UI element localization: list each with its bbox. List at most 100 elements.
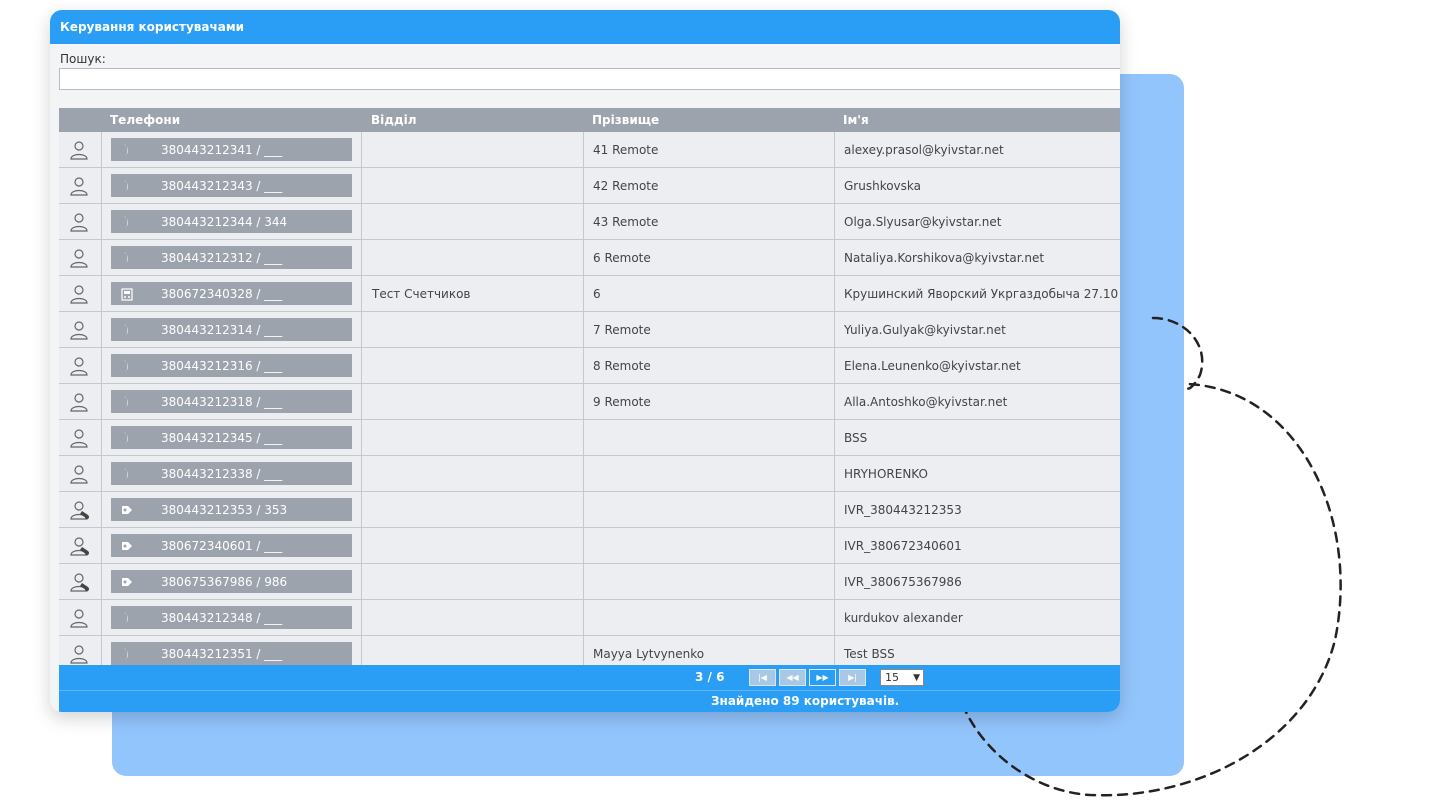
phone-button[interactable]: 380443212353 / 353 <box>111 498 352 521</box>
table-row[interactable]: 380443212348 / ___ kurdukov alexander <box>59 600 1120 636</box>
phones-cell: 380443212345 / ___ <box>102 420 362 455</box>
phone-button[interactable]: 380672340328 / ___ <box>111 282 352 305</box>
user-icon[interactable] <box>59 456 102 491</box>
name-cell: IVR_380443212353 <box>844 502 962 517</box>
handset-icon <box>111 215 143 229</box>
phone-number: 380443212348 / ___ <box>161 610 283 625</box>
phone-button[interactable]: 380443212316 / ___ <box>111 354 352 377</box>
name-cell: Elena.Leunenko@kyivstar.net <box>844 358 1021 373</box>
table-row[interactable]: 380443212343 / ___ 42 Remote Grushkovska <box>59 168 1120 204</box>
name-cell: Grushkovska <box>844 178 922 193</box>
user-icon[interactable] <box>59 240 102 275</box>
handset-icon <box>111 359 143 373</box>
phone-number: 380672340601 / ___ <box>161 538 283 553</box>
ivr-user-icon[interactable] <box>59 528 102 563</box>
user-icon[interactable] <box>59 348 102 383</box>
name-cell: Olga.Slyusar@kyivstar.net <box>844 214 1002 229</box>
phone-number: 380443212344 / 344 <box>161 214 288 229</box>
table-row[interactable]: 380443212338 / ___ HRYHORENKO <box>59 456 1120 492</box>
phone-button[interactable]: 380443212341 / ___ <box>111 138 352 161</box>
phones-cell: 380443212341 / ___ <box>102 132 362 167</box>
phone-number: 380443212312 / ___ <box>161 250 283 265</box>
phone-button[interactable]: 380443212312 / ___ <box>111 246 352 269</box>
department-cell <box>362 528 584 563</box>
phone-number: 380443212345 / ___ <box>161 430 283 445</box>
header-name[interactable]: Ім'я <box>834 108 1120 132</box>
user-icon[interactable] <box>59 384 102 419</box>
phone-number: 380443212314 / ___ <box>161 322 283 337</box>
phone-button[interactable]: 380443212351 / ___ <box>111 642 352 665</box>
phones-cell: 380443212343 / ___ <box>102 168 362 203</box>
phone-button[interactable]: 380443212338 / ___ <box>111 462 352 485</box>
handset-icon <box>111 611 143 625</box>
users-table: Телефони Відділ Прізвище Ім'я 3804432123… <box>59 108 1120 672</box>
phone-button[interactable]: 380443212343 / ___ <box>111 174 352 197</box>
user-icon[interactable] <box>59 132 102 167</box>
table-row[interactable]: 380443212316 / ___ 8 Remote Elena.Leunen… <box>59 348 1120 384</box>
department-cell: Тест Счетчиков <box>362 276 584 311</box>
table-header: Телефони Відділ Прізвище Ім'я <box>59 108 1120 132</box>
phone-button[interactable]: 380443212344 / 344 <box>111 210 352 233</box>
phone-button[interactable]: 380443212318 / ___ <box>111 390 352 413</box>
handset-icon <box>111 143 143 157</box>
surname-cell: 9 Remote <box>584 384 835 419</box>
phone-button[interactable]: 380443212314 / ___ <box>111 318 352 341</box>
search-input[interactable] <box>59 68 1120 90</box>
header-phones[interactable]: Телефони <box>101 108 361 132</box>
page-indicator: 3 / 6 <box>695 670 725 684</box>
table-row[interactable]: 380672340601 / ___ IVR_380672340601 <box>59 528 1120 564</box>
department-cell <box>362 240 584 275</box>
table-row[interactable]: 380443212312 / ___ 6 Remote Nataliya.Kor… <box>59 240 1120 276</box>
user-icon[interactable] <box>59 312 102 347</box>
prev-page-button[interactable]: ◀◀ <box>779 669 806 686</box>
ivr-user-icon[interactable] <box>59 564 102 599</box>
header-department[interactable]: Відділ <box>361 108 583 132</box>
surname-cell: 8 Remote <box>584 348 835 383</box>
phone-number: 380443212351 / ___ <box>161 646 283 661</box>
user-icon[interactable] <box>59 276 102 311</box>
table-row[interactable]: 380443212341 / ___ 41 Remote alexey.pras… <box>59 132 1120 168</box>
header-surname[interactable]: Прізвище <box>583 108 834 132</box>
surname-cell: 7 Remote <box>584 312 835 347</box>
department-cell <box>362 348 584 383</box>
table-row[interactable]: 380443212318 / ___ 9 Remote Alla.Antoshk… <box>59 384 1120 420</box>
phone-button[interactable]: 380443212348 / ___ <box>111 606 352 629</box>
phone-button[interactable]: 380672340601 / ___ <box>111 534 352 557</box>
handset-icon <box>111 323 143 337</box>
name-cell: BSS <box>844 430 868 445</box>
surname-cell: 41 Remote <box>584 132 835 167</box>
phone-button[interactable]: 380675367986 / 986 <box>111 570 352 593</box>
table-row[interactable]: 380675367986 / 986 IVR_380675367986 <box>59 564 1120 600</box>
name-cell: Alla.Antoshko@kyivstar.net <box>844 394 1008 409</box>
user-icon[interactable] <box>59 420 102 455</box>
handset-icon <box>111 647 143 661</box>
user-management-panel: Керування користувачами Пошук: Телефони … <box>50 10 1120 712</box>
table-row[interactable]: 380443212345 / ___ BSS <box>59 420 1120 456</box>
department-cell <box>362 492 584 527</box>
handset-icon <box>111 467 143 481</box>
user-icon[interactable] <box>59 600 102 635</box>
phone-number: 380443212318 / ___ <box>161 394 283 409</box>
name-cell: Yuliya.Gulyak@kyivstar.net <box>844 322 1006 337</box>
pagination-bar: 3 / 6 |◀ ◀◀ ▶▶ ▶| 15 ▼ <box>59 665 1120 691</box>
next-page-button[interactable]: ▶▶ <box>809 669 836 686</box>
first-page-button[interactable]: |◀ <box>749 669 776 686</box>
phone-number: 380672340328 / ___ <box>161 286 283 301</box>
table-body: 380443212341 / ___ 41 Remote alexey.pras… <box>59 132 1120 672</box>
ivr-user-icon[interactable] <box>59 492 102 527</box>
page-size-select[interactable]: 15 ▼ <box>880 669 924 686</box>
phones-cell: 380443212344 / 344 <box>102 204 362 239</box>
table-row[interactable]: 380443212353 / 353 IVR_380443212353 <box>59 492 1120 528</box>
surname-cell <box>584 528 835 563</box>
table-row[interactable]: 380443212314 / ___ 7 Remote Yuliya.Gulya… <box>59 312 1120 348</box>
phone-button[interactable]: 380443212345 / ___ <box>111 426 352 449</box>
table-row[interactable]: 380443212344 / 344 43 Remote Olga.Slyusa… <box>59 204 1120 240</box>
user-icon[interactable] <box>59 204 102 239</box>
table-row[interactable]: 380672340328 / ___ Тест Счетчиков 6 Круш… <box>59 276 1120 312</box>
department-cell <box>362 420 584 455</box>
phones-cell: 380675367986 / 986 <box>102 564 362 599</box>
last-page-button[interactable]: ▶| <box>839 669 866 686</box>
surname-cell <box>584 456 835 491</box>
user-icon[interactable] <box>59 168 102 203</box>
handset-icon <box>111 179 143 193</box>
